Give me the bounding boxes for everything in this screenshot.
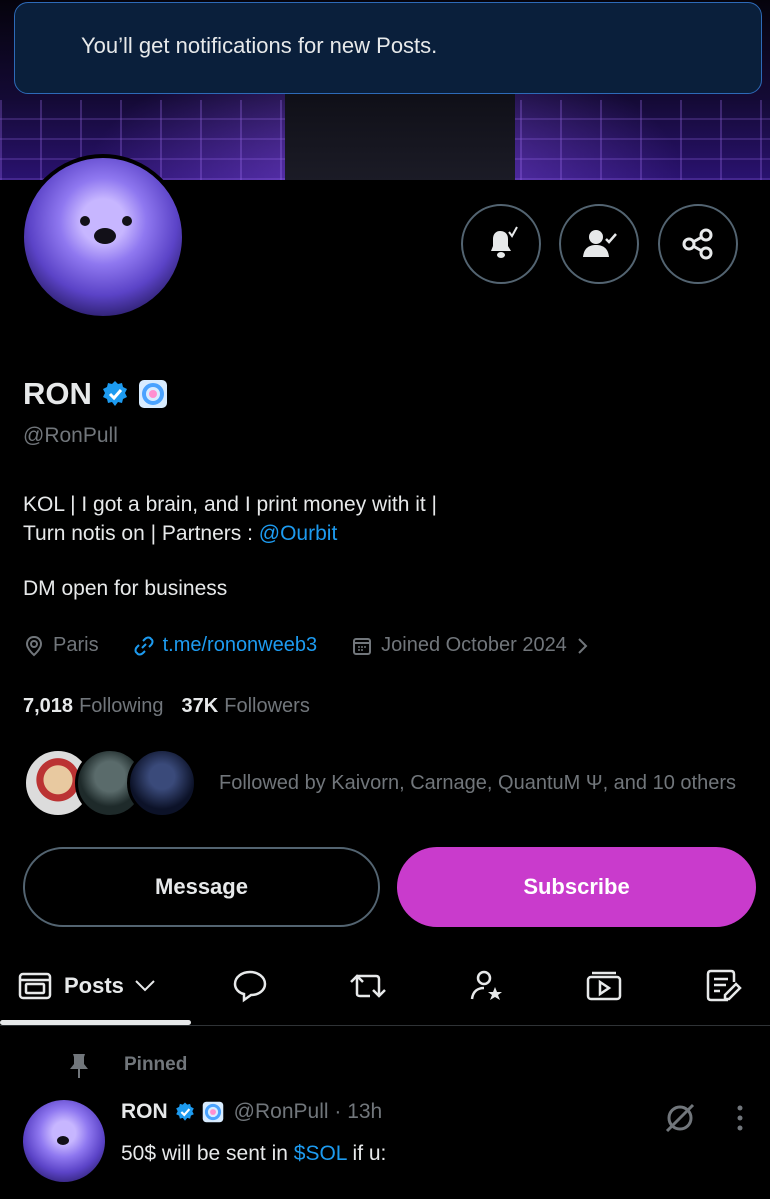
speech-bubble-icon	[233, 970, 267, 1003]
following-label: Following	[79, 695, 164, 717]
bell-check-icon	[491, 226, 518, 258]
post-author-name[interactable]: RON	[121, 1100, 168, 1124]
chevron-down-icon	[135, 980, 155, 992]
verified-badge-icon	[175, 1102, 194, 1121]
avatar-nose	[94, 228, 116, 244]
following-button[interactable]	[559, 204, 639, 284]
toast-message: You’ll get notifications for new Posts.	[81, 33, 438, 58]
bio-line: KOL | I got a brain, and I print money w…	[23, 493, 438, 516]
avatar-eye	[80, 216, 90, 226]
tab-articles[interactable]	[704, 950, 742, 1022]
location-pin-icon	[25, 635, 43, 656]
profile-meta: Paris t.me/rononweeb3 Joined October 202…	[23, 634, 625, 657]
profile-tabs: Posts	[0, 950, 770, 1026]
affiliate-badge-icon	[138, 380, 167, 408]
tab-media[interactable]	[585, 950, 623, 1022]
share-button[interactable]	[658, 204, 738, 284]
tab-replies[interactable]	[232, 950, 268, 1022]
affiliate-badge-icon	[202, 1101, 223, 1123]
link-icon	[134, 636, 154, 655]
follower-avatar	[127, 748, 197, 818]
cashtag-link[interactable]: $SOL	[294, 1142, 347, 1165]
following-stat[interactable]: 7,018 Following	[23, 695, 164, 718]
tab-posts-label: Posts	[64, 973, 124, 998]
followed-by-text: Followed by Kaivorn, Carnage, QuantuM Ψ,…	[219, 771, 736, 794]
tab-posts[interactable]: Posts	[18, 950, 156, 1022]
profile-name-row: RON	[23, 376, 168, 412]
post-text-part: 50$ will be sent in	[121, 1142, 294, 1165]
notifications-bell-button[interactable]	[461, 204, 541, 284]
notification-toast: You’ll get notifications for new Posts.	[14, 2, 762, 94]
share-icon	[682, 228, 713, 260]
tab-highlights[interactable]	[468, 950, 506, 1022]
chevron-right-icon	[578, 637, 588, 654]
grok-slash-icon	[665, 1103, 695, 1133]
article-edit-icon	[706, 969, 742, 1002]
post-header: RON @RonPull · 13h	[121, 1100, 382, 1124]
calendar-icon	[353, 637, 372, 655]
post-handle-time: @RonPull · 13h	[233, 1100, 383, 1123]
following-count: 7,018	[23, 695, 74, 717]
more-vertical-icon	[737, 1105, 743, 1131]
website-item[interactable]: t.me/rononweeb3	[133, 634, 318, 657]
followers-stat[interactable]: 37K Followers	[182, 695, 310, 718]
post-text-part: if u:	[346, 1142, 387, 1165]
location-text: Paris	[53, 634, 99, 656]
website-link[interactable]: t.me/rononweeb3	[163, 634, 318, 657]
pin-icon	[70, 1054, 88, 1078]
person-check-icon	[583, 230, 617, 257]
subscribe-button[interactable]: Subscribe	[397, 847, 756, 927]
message-button[interactable]: Message	[23, 847, 380, 927]
followers-label: Followers	[224, 695, 310, 717]
bio-spacer	[23, 548, 437, 574]
location-item: Paris	[23, 634, 99, 657]
partner-mention-link[interactable]: @Ourbit	[259, 522, 338, 545]
active-tab-indicator	[0, 1020, 191, 1025]
avatar-eye	[122, 216, 132, 226]
grok-button[interactable]	[662, 1100, 698, 1141]
followers-count: 37K	[181, 695, 219, 717]
profile-stats: 7,018 Following 37K Followers	[23, 695, 310, 718]
tab-reposts[interactable]	[348, 950, 388, 1022]
joined-item[interactable]: Joined October 2024	[351, 634, 591, 657]
posts-card-icon	[18, 972, 52, 1000]
avatar-nose	[57, 1136, 69, 1145]
profile-name: RON	[23, 376, 92, 411]
post-author-avatar[interactable]	[23, 1100, 105, 1182]
post-more-button[interactable]	[734, 1104, 746, 1139]
bio-text: Turn notis on | Partners :	[23, 522, 259, 545]
person-star-icon	[470, 970, 502, 1000]
media-play-icon	[586, 971, 622, 1001]
profile-handle: @RonPull	[23, 424, 118, 447]
bio-line: Turn notis on | Partners : @Ourbit	[23, 519, 437, 548]
pinned-indicator: Pinned	[64, 1050, 187, 1080]
joined-text: Joined October 2024	[381, 634, 567, 656]
post-text: 50$ will be sent in $SOL if u:	[121, 1142, 386, 1166]
profile-bio: KOL | I got a brain, and I print money w…	[23, 490, 437, 603]
pinned-label: Pinned	[124, 1054, 188, 1075]
followed-by-row[interactable]: Followed by Kaivorn, Carnage, QuantuM Ψ,…	[23, 748, 736, 818]
retweet-icon	[350, 974, 386, 998]
verified-badge-icon	[102, 381, 127, 406]
bio-line: DM open for business	[23, 577, 228, 600]
profile-avatar[interactable]	[20, 154, 186, 320]
